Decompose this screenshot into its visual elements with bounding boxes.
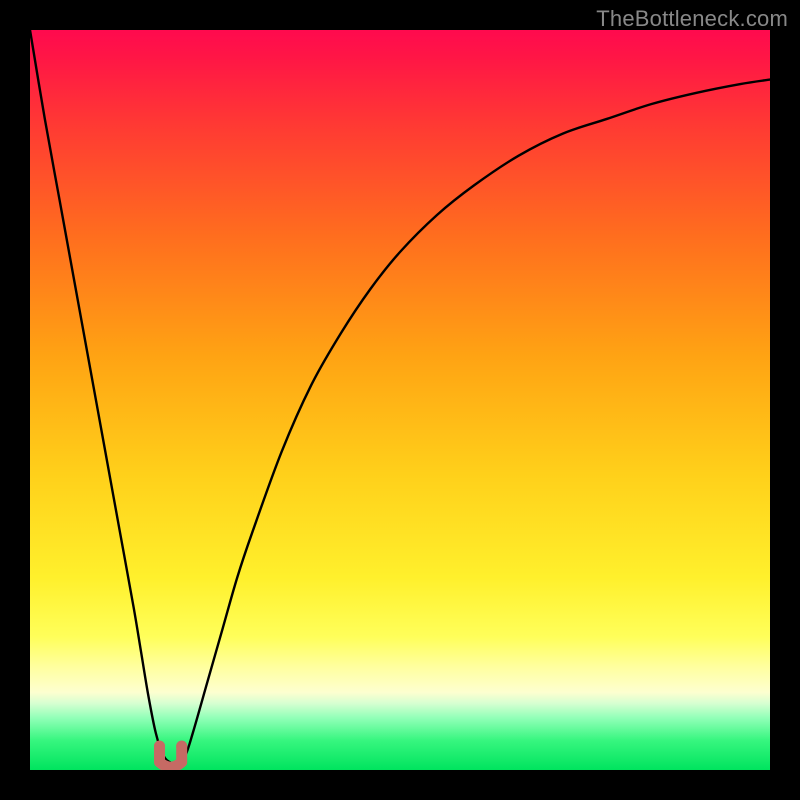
plot-area <box>30 30 770 770</box>
chart-frame: TheBottleneck.com <box>0 0 800 800</box>
notch-marker <box>154 741 187 768</box>
curve-path <box>30 30 770 764</box>
curve-layer <box>30 30 770 770</box>
watermark-text: TheBottleneck.com <box>596 6 788 32</box>
bottleneck-curve <box>30 30 770 764</box>
